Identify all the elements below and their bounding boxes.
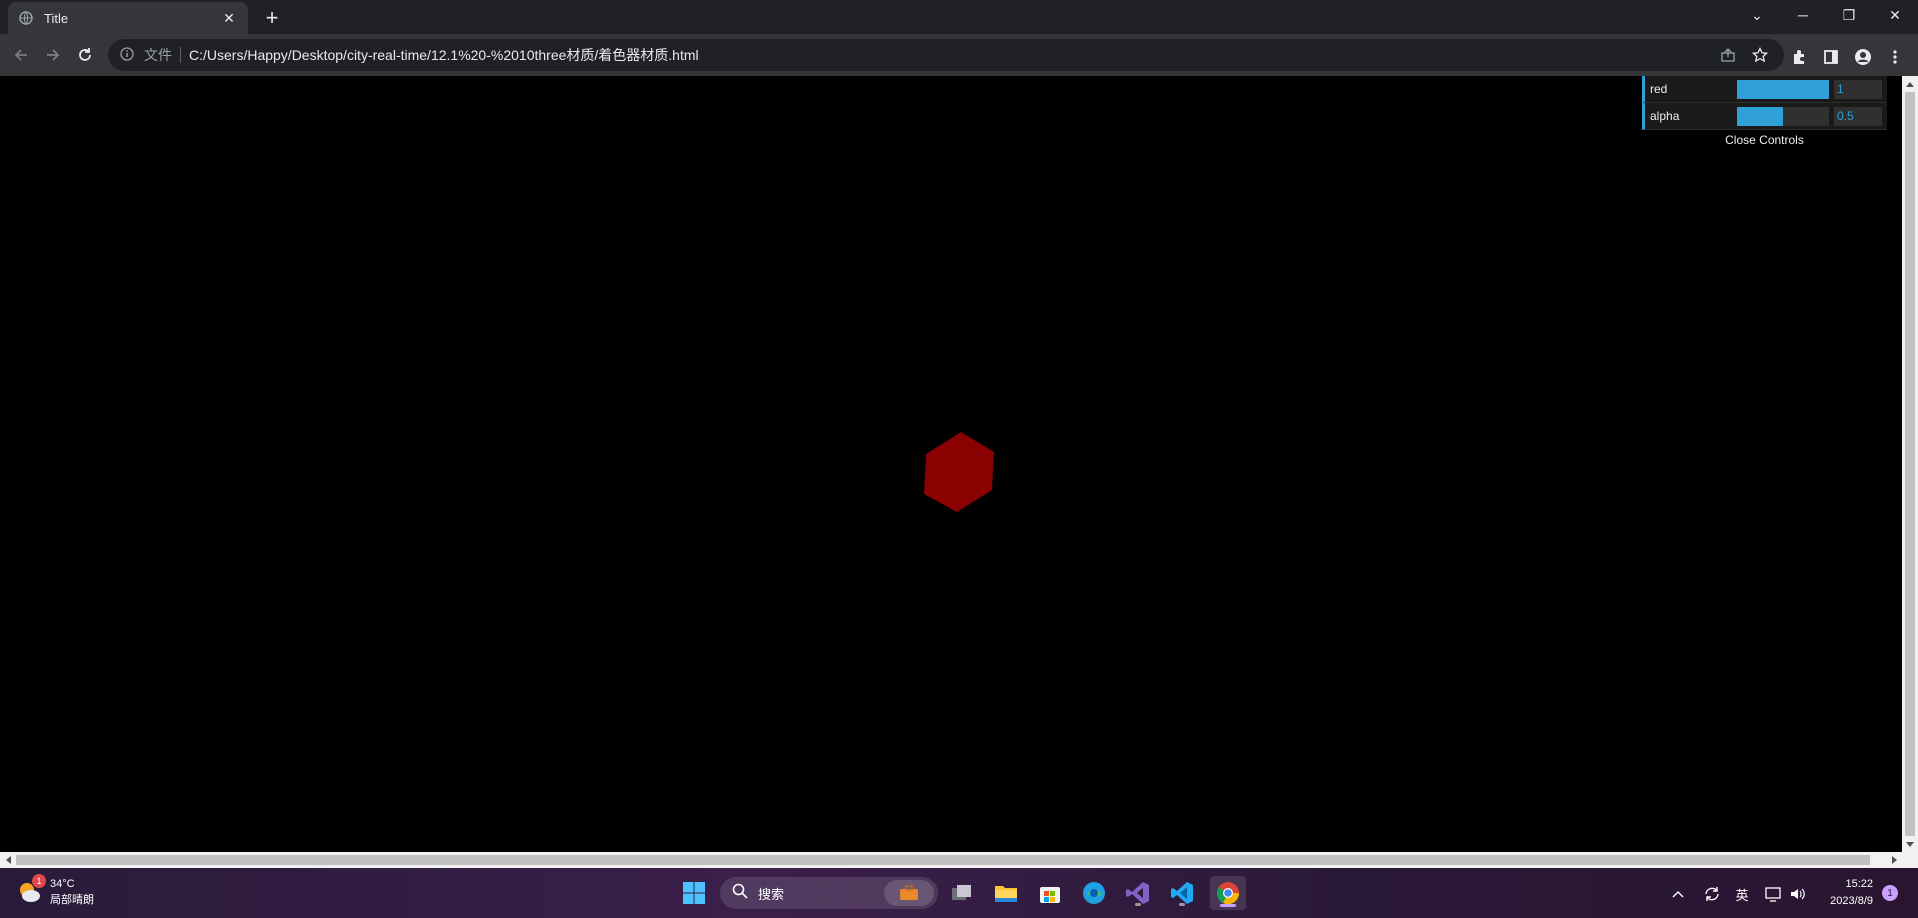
scroll-down-arrow-icon[interactable] xyxy=(1902,836,1918,852)
clock-date: 2023/8/9 xyxy=(1830,895,1873,907)
browser-toolbar: 文件 C:/Users/Happy/Desktop/city-real-time… xyxy=(0,34,1918,76)
red-value-input[interactable]: 1 xyxy=(1834,79,1882,99)
side-panel-icon[interactable] xyxy=(1819,45,1843,69)
weather-description: 局部晴朗 xyxy=(50,894,94,906)
close-controls-button[interactable]: Close Controls xyxy=(1642,130,1887,150)
address-bar[interactable]: 文件 C:/Users/Happy/Desktop/city-real-time… xyxy=(108,39,1784,71)
weather-badge: 1 xyxy=(32,874,46,888)
windows-start-icon[interactable] xyxy=(678,877,710,909)
info-icon[interactable] xyxy=(120,47,136,63)
back-arrow-icon[interactable] xyxy=(7,41,35,69)
vertical-scroll-thumb[interactable] xyxy=(1905,92,1915,836)
weather-temperature: 34°C xyxy=(50,878,75,890)
briefcase-icon xyxy=(884,880,934,906)
red-slider[interactable] xyxy=(1737,79,1829,99)
edge-browser-icon[interactable] xyxy=(1078,877,1110,909)
globe-icon xyxy=(18,10,34,26)
browser-tabstrip: Title ✕ + ⌄ ─ ❐ ✕ xyxy=(0,0,1918,34)
ime-indicator[interactable]: 英 xyxy=(1730,882,1754,906)
forward-arrow-icon[interactable] xyxy=(39,41,67,69)
task-view-icon[interactable] xyxy=(946,877,978,909)
url-text[interactable]: C:/Users/Happy/Desktop/city-real-time/12… xyxy=(189,45,699,65)
tray-chevron-up-icon[interactable] xyxy=(1666,882,1690,906)
weather-widget[interactable]: 1 34°C 局部晴朗 xyxy=(16,874,94,908)
red-cube-mesh xyxy=(924,432,994,512)
gui-control-alpha[interactable]: alpha 0.5 xyxy=(1642,103,1887,130)
minimize-button[interactable]: ─ xyxy=(1780,0,1826,30)
running-indicator xyxy=(1179,903,1185,906)
visual-studio-icon[interactable] xyxy=(1122,877,1154,909)
restore-button[interactable]: ❐ xyxy=(1826,0,1872,30)
extensions-icon[interactable] xyxy=(1787,45,1811,69)
scroll-up-arrow-icon[interactable] xyxy=(1902,76,1918,92)
alpha-slider[interactable] xyxy=(1737,106,1829,126)
close-window-button[interactable]: ✕ xyxy=(1872,0,1918,30)
network-icon[interactable] xyxy=(1762,882,1786,906)
clock-time: 15:22 xyxy=(1845,878,1873,890)
file-explorer-icon[interactable] xyxy=(990,877,1022,909)
running-indicator xyxy=(1135,903,1141,906)
sync-icon[interactable] xyxy=(1700,882,1724,906)
search-label: 搜索 xyxy=(758,886,785,902)
horizontal-scrollbar[interactable] xyxy=(0,852,1918,868)
bookmark-star-icon[interactable] xyxy=(1748,43,1772,67)
active-indicator xyxy=(1220,904,1236,907)
share-icon[interactable] xyxy=(1716,43,1740,67)
vertical-scrollbar[interactable] xyxy=(1902,76,1918,852)
system-clock[interactable]: 15:22 2023/8/9 xyxy=(1815,876,1873,910)
microsoft-store-icon[interactable] xyxy=(1034,877,1066,909)
scheme-label: 文件 xyxy=(144,47,181,63)
browser-tab[interactable]: Title ✕ xyxy=(8,2,248,34)
weather-sun-cloud-icon: 1 xyxy=(16,874,46,906)
horizontal-scroll-thumb[interactable] xyxy=(16,855,1870,865)
tab-close-icon[interactable]: ✕ xyxy=(220,10,238,27)
notification-badge[interactable]: 1 xyxy=(1882,885,1898,901)
chrome-icon[interactable] xyxy=(1210,876,1246,910)
tab-title: Title xyxy=(44,10,69,26)
vscode-icon[interactable] xyxy=(1166,877,1198,909)
control-label: alpha xyxy=(1650,109,1680,123)
dat-gui-panel: red 1 alpha 0.5 Close Controls xyxy=(1642,76,1887,150)
menu-kebab-icon[interactable] xyxy=(1883,45,1907,69)
volume-icon[interactable] xyxy=(1786,882,1810,906)
profile-icon[interactable] xyxy=(1851,45,1875,69)
scroll-right-arrow-icon[interactable] xyxy=(1886,852,1902,868)
control-label: red xyxy=(1650,82,1668,96)
windows-taskbar: 1 34°C 局部晴朗 搜索 英 15:22 2023/8/9 1 xyxy=(0,868,1918,918)
taskbar-search-box[interactable]: 搜索 xyxy=(720,877,938,909)
reload-icon[interactable] xyxy=(71,41,99,69)
webgl-canvas[interactable] xyxy=(0,76,1902,852)
search-icon xyxy=(732,883,748,904)
scroll-left-arrow-icon[interactable] xyxy=(0,852,16,868)
gui-control-red[interactable]: red 1 xyxy=(1642,76,1887,103)
new-tab-button[interactable]: + xyxy=(258,4,286,32)
alpha-value-input[interactable]: 0.5 xyxy=(1834,106,1882,126)
tab-search-chevron-icon[interactable]: ⌄ xyxy=(1734,0,1780,30)
